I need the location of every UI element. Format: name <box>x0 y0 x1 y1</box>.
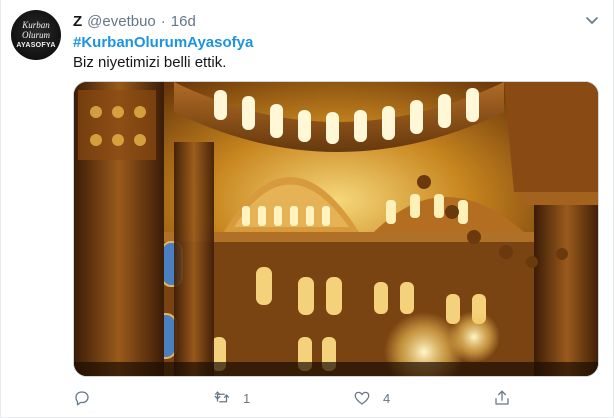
user-handle[interactable]: @evetbuo <box>87 13 156 30</box>
avatar-text-line1: Kurban <box>22 20 50 30</box>
share-icon <box>495 390 509 405</box>
separator-dot: · <box>160 12 166 30</box>
tweet-header: Z @evetbuo · 16d <box>73 11 196 31</box>
reply-button[interactable] <box>73 386 103 410</box>
avatar[interactable]: Kurban Olurum AYASOFYA <box>11 10 61 60</box>
share-button[interactable] <box>493 386 511 410</box>
mosque-interior-photo <box>74 82 598 376</box>
retweet-count: 1 <box>243 390 251 406</box>
chevron-down-icon[interactable] <box>584 12 600 28</box>
display-name[interactable]: Z <box>73 13 82 30</box>
retweet-button[interactable]: 1 <box>213 386 250 410</box>
tweet-timestamp[interactable]: 16d <box>171 13 196 30</box>
reply-icon <box>75 391 89 406</box>
avatar-text-line3: AYASOFYA <box>16 42 56 49</box>
avatar-text-line2: Olurum <box>21 30 50 40</box>
tweet-actions: 1 4 <box>73 386 599 410</box>
like-button[interactable]: 4 <box>353 386 390 410</box>
tweet-media-image[interactable] <box>73 81 599 377</box>
tweet-text: Biz niyetimizi belli ettik. <box>73 54 227 71</box>
retweet-icon <box>214 391 230 403</box>
like-count: 4 <box>383 390 391 406</box>
heart-icon <box>354 391 370 405</box>
hashtag-link[interactable]: #KurbanOlurumAyasofya <box>73 34 253 51</box>
tweet-card[interactable]: Kurban Olurum AYASOFYA Z @evetbuo · 16d … <box>0 0 614 418</box>
